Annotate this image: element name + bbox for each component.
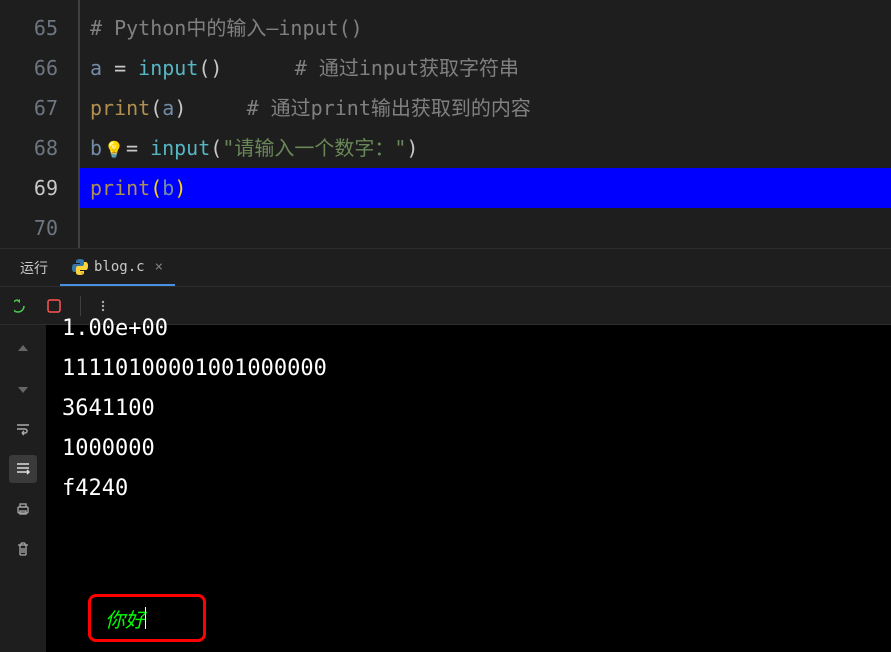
output-line bbox=[62, 549, 875, 589]
line-number[interactable]: 65 bbox=[0, 8, 78, 48]
variable: b bbox=[90, 136, 102, 160]
output-line: 3641100 bbox=[62, 389, 875, 429]
code-line[interactable]: # Python中的输入—input() bbox=[80, 8, 891, 48]
paren: () bbox=[198, 56, 222, 80]
output-line: 1.00e+00 bbox=[62, 309, 875, 349]
output-line: f4240 bbox=[62, 469, 875, 509]
paren: ( bbox=[150, 96, 162, 120]
scroll-up-button[interactable] bbox=[9, 335, 37, 363]
function-name: print bbox=[90, 96, 150, 120]
function-name: print bbox=[90, 176, 150, 200]
terminal-input-text[interactable]: 你好 bbox=[105, 604, 145, 633]
code-editor[interactable]: 65 66 67 68 69 70 # Python中的输入—input() a… bbox=[0, 0, 891, 248]
soft-wrap-button[interactable] bbox=[9, 415, 37, 443]
operator: = bbox=[126, 136, 150, 160]
file-tab-name: blog.c bbox=[94, 259, 145, 275]
line-number[interactable]: 70 bbox=[0, 208, 78, 248]
scroll-down-button[interactable] bbox=[9, 375, 37, 403]
line-number[interactable]: 68 bbox=[0, 128, 78, 168]
code-line[interactable]: b💡= input("请输入一个数字：") bbox=[80, 128, 891, 168]
code-content[interactable]: # Python中的输入—input() a = input() # 通过inp… bbox=[80, 0, 891, 248]
terminal-output[interactable]: 1.00e+00 11110100001001000000 3641100 10… bbox=[46, 325, 891, 652]
run-panel: 1.00e+00 11110100001001000000 3641100 10… bbox=[0, 325, 891, 652]
variable: b bbox=[162, 176, 174, 200]
text-cursor bbox=[145, 607, 146, 629]
variable: a bbox=[90, 56, 102, 80]
close-icon[interactable]: × bbox=[155, 259, 163, 275]
line-number[interactable]: 67 bbox=[0, 88, 78, 128]
panel-tabs: 运行 blog.c × bbox=[0, 249, 891, 287]
rerun-button[interactable] bbox=[8, 292, 36, 320]
variable: a bbox=[162, 96, 174, 120]
paren: ) bbox=[174, 176, 186, 200]
code-line[interactable] bbox=[80, 208, 891, 248]
terminal-input-highlight: 你好 bbox=[88, 594, 206, 642]
line-number[interactable]: 66 bbox=[0, 48, 78, 88]
line-number[interactable]: 69 bbox=[0, 168, 78, 208]
trash-button[interactable] bbox=[9, 535, 37, 563]
paren: ) bbox=[406, 136, 418, 160]
paren: ( bbox=[210, 136, 222, 160]
code-line[interactable]: a = input() # 通过input获取字符串 bbox=[80, 48, 891, 88]
function-name: input bbox=[150, 136, 210, 160]
run-sidebar bbox=[0, 325, 46, 652]
python-icon bbox=[72, 259, 88, 275]
paren: ) bbox=[174, 96, 186, 120]
line-gutter: 65 66 67 68 69 70 bbox=[0, 0, 80, 248]
function-name: input bbox=[138, 56, 198, 80]
lightbulb-icon[interactable]: 💡 bbox=[104, 130, 124, 170]
output-line: 11110100001001000000 bbox=[62, 349, 875, 389]
print-button[interactable] bbox=[9, 495, 37, 523]
run-tab[interactable]: 运行 bbox=[8, 249, 60, 286]
code-line[interactable]: print(a) # 通过print输出获取到的内容 bbox=[80, 88, 891, 128]
bottom-panel: 运行 blog.c × bbox=[0, 248, 891, 652]
string-literal: "请输入一个数字：" bbox=[222, 136, 406, 160]
comment: # Python中的输入—input() bbox=[90, 16, 363, 40]
file-tab[interactable]: blog.c × bbox=[60, 249, 175, 286]
output-line bbox=[62, 509, 875, 549]
operator: = bbox=[102, 56, 138, 80]
paren: ( bbox=[150, 176, 162, 200]
output-line: 1000000 bbox=[62, 429, 875, 469]
scroll-to-end-button[interactable] bbox=[9, 455, 37, 483]
comment: # 通过print输出获取到的内容 bbox=[247, 96, 531, 120]
comment: # 通过input获取字符串 bbox=[295, 56, 519, 80]
code-line-active[interactable]: print(b) bbox=[80, 168, 891, 208]
